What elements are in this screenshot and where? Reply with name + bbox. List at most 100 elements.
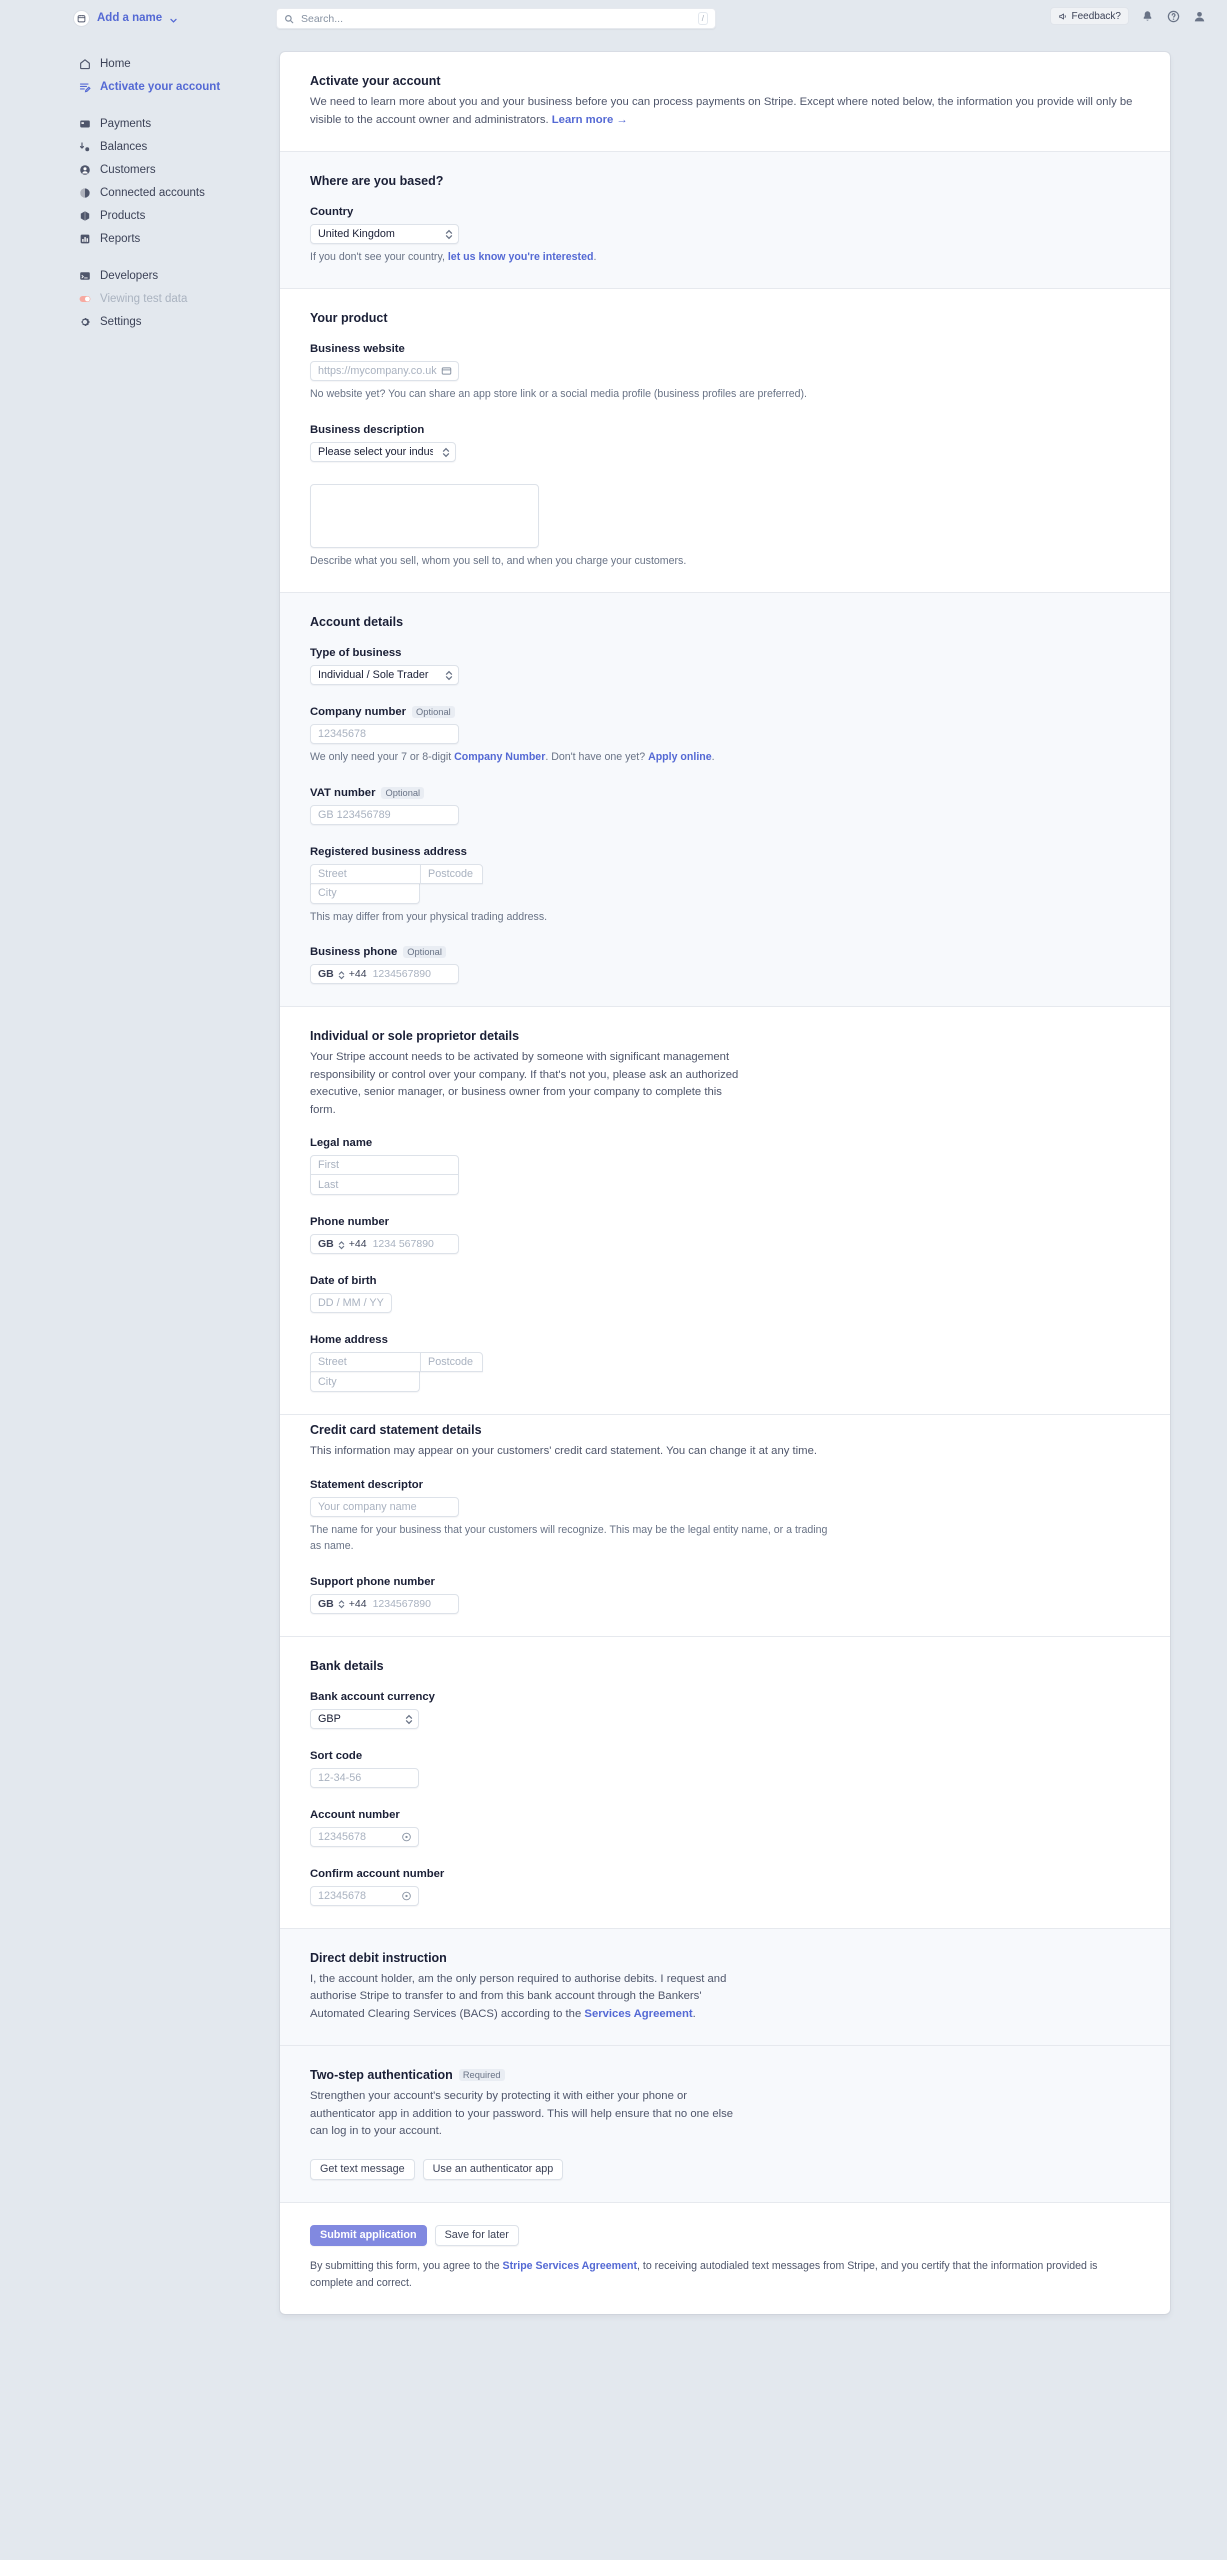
- question-circle-icon[interactable]: [1166, 9, 1181, 24]
- stripe-services-agreement-link[interactable]: Stripe Services Agreement: [503, 2260, 637, 2272]
- save-for-later-button[interactable]: Save for later: [434, 2224, 519, 2246]
- business-phone-label-text: Business phone: [310, 946, 398, 959]
- sidebar-item-customers[interactable]: Customers: [0, 158, 270, 181]
- feedback-button[interactable]: Feedback?: [1049, 7, 1129, 25]
- country-select[interactable]: United Kingdom: [310, 224, 459, 244]
- individual-phone-group[interactable]: GB +44: [310, 1234, 459, 1255]
- home-city-input[interactable]: [310, 1372, 420, 1393]
- account-number-input[interactable]: [310, 1826, 419, 1847]
- industry-select[interactable]: Please select your industry...: [310, 441, 456, 462]
- submit-application-button[interactable]: Submit application: [310, 2224, 427, 2246]
- confirm-account-number-input[interactable]: [310, 1885, 419, 1906]
- support-phone-label: Support phone number: [310, 1575, 435, 1588]
- two-step-button-row: Get text message Use an authenticator ap…: [310, 2158, 1140, 2180]
- support-phone-country-code: GB: [318, 1597, 334, 1610]
- sidebar-item-reports[interactable]: Reports: [0, 227, 270, 250]
- company-number-hint: We only need your 7 or 8-digit Company N…: [310, 750, 1010, 766]
- support-phone-group[interactable]: GB +44: [310, 1593, 459, 1614]
- two-step-body: Strengthen your account's security by pr…: [310, 2090, 734, 2138]
- let-us-know-link[interactable]: let us know you're interested: [448, 251, 594, 263]
- test-data-toggle-icon: [78, 292, 91, 305]
- company-number-input[interactable]: [310, 723, 459, 744]
- sidebar-item-connected-accounts[interactable]: Connected accounts: [0, 181, 270, 204]
- sort-code-input[interactable]: [310, 1767, 419, 1788]
- business-description-hint: Describe what you sell, whom you sell to…: [310, 554, 687, 567]
- currency-select-wrap: GBP: [310, 1708, 419, 1729]
- business-website-input[interactable]: [310, 360, 459, 381]
- sidebar-item-settings[interactable]: Settings: [0, 310, 270, 333]
- type-of-business-select-wrap: Individual / Sole Trader: [310, 664, 459, 685]
- home-street-input[interactable]: [310, 1352, 420, 1373]
- sidebar-item-viewing-test-data[interactable]: Viewing test data: [0, 287, 270, 310]
- bank-account-currency-label: Bank account currency: [310, 1690, 435, 1703]
- field-company-number: Company number Optional We only need you…: [310, 705, 1140, 766]
- company-number-link[interactable]: Company Number: [454, 751, 545, 763]
- field-bank-account-currency: Bank account currency GBP: [310, 1691, 1140, 1729]
- search-input[interactable]: [299, 11, 698, 26]
- business-phone-input[interactable]: [370, 967, 451, 982]
- get-text-message-button[interactable]: Get text message: [310, 2158, 415, 2180]
- statement-descriptor-input[interactable]: [310, 1496, 459, 1517]
- activate-icon: [78, 80, 91, 93]
- sidebar-item-label: Activate your account: [100, 80, 221, 93]
- registered-address-hint: This may differ from your physical tradi…: [310, 910, 548, 923]
- user-avatar-icon[interactable]: [1192, 9, 1207, 24]
- sidebar-item-balances[interactable]: Balances: [0, 135, 270, 158]
- services-agreement-link[interactable]: Services Agreement: [584, 2008, 692, 2020]
- vat-number-input[interactable]: [310, 804, 459, 825]
- home-postcode-input[interactable]: [420, 1352, 483, 1373]
- learn-more-link[interactable]: Learn more →: [552, 114, 628, 126]
- registered-street-input[interactable]: [310, 863, 420, 884]
- sidebar-item-products[interactable]: Products: [0, 204, 270, 227]
- use-authenticator-app-button[interactable]: Use an authenticator app: [422, 2158, 564, 2180]
- individual-phone-label: Phone number: [310, 1216, 390, 1229]
- legal-first-name-input[interactable]: [310, 1155, 459, 1176]
- legal-last-name-input[interactable]: [310, 1175, 459, 1196]
- field-confirm-account-number: Confirm account number: [310, 1868, 1140, 1906]
- bank-account-currency-select[interactable]: GBP: [310, 1708, 419, 1729]
- field-account-number: Account number: [310, 1809, 1140, 1847]
- section-title-direct-debit: Direct debit instruction: [310, 1950, 447, 1965]
- field-business-description: Business description Please select your …: [310, 424, 1140, 570]
- calendar-icon: [73, 9, 90, 27]
- home-icon: [78, 57, 91, 70]
- type-of-business-label: Type of business: [310, 646, 402, 659]
- account-number-label: Account number: [310, 1808, 400, 1821]
- submit-note-part-1: By submitting this form, you agree to th…: [310, 2259, 503, 2272]
- registered-postcode-input[interactable]: [420, 863, 483, 884]
- individual-phone-input[interactable]: [370, 1237, 451, 1252]
- support-phone-input[interactable]: [370, 1596, 451, 1611]
- individual-details-body: Your Stripe account needs to be activate…: [310, 1051, 739, 1116]
- sidebar-item-home[interactable]: Home: [0, 52, 270, 75]
- business-description-textarea[interactable]: [310, 483, 539, 548]
- customers-icon: [78, 163, 91, 176]
- sidebar-item-payments[interactable]: Payments: [0, 112, 270, 135]
- required-badge: Required: [458, 2069, 505, 2082]
- confirm-account-number-input-wrap: [310, 1885, 419, 1906]
- sidebar-item-developers[interactable]: Developers: [0, 264, 270, 287]
- products-icon: [78, 209, 91, 222]
- sidebar-group-primary: Home Activate your account: [0, 52, 270, 98]
- top-bar-actions: Feedback?: [1049, 7, 1207, 25]
- date-of-birth-label: Date of birth: [310, 1275, 377, 1288]
- field-type-of-business: Type of business Individual / Sole Trade…: [310, 647, 1140, 685]
- balances-icon: [78, 140, 91, 153]
- country-label: Country: [310, 206, 354, 218]
- registered-city-input[interactable]: [310, 883, 420, 904]
- home-address-label: Home address: [310, 1334, 388, 1347]
- sidebar-item-activate-your-account[interactable]: Activate your account: [0, 75, 270, 98]
- search-bar[interactable]: /: [276, 8, 716, 29]
- business-phone-group[interactable]: GB +44: [310, 964, 459, 985]
- type-of-business-select[interactable]: Individual / Sole Trader: [310, 664, 459, 685]
- date-of-birth-input[interactable]: [310, 1293, 392, 1314]
- apply-online-link[interactable]: Apply online: [648, 751, 712, 763]
- chevron-down-icon: [169, 14, 178, 23]
- address-row-street-postcode: [310, 863, 1140, 884]
- account-switcher[interactable]: Add a name: [73, 9, 178, 27]
- submit-button-row: Submit application Save for later: [310, 2224, 1140, 2246]
- individual-phone-country-code: GB: [318, 1238, 334, 1251]
- field-sort-code: Sort code: [310, 1750, 1140, 1788]
- section-individual-details: Individual or sole proprietor details Yo…: [280, 1007, 1170, 1416]
- bell-icon[interactable]: [1140, 9, 1155, 24]
- intro-body-text: We need to learn more about you and your…: [310, 96, 1133, 126]
